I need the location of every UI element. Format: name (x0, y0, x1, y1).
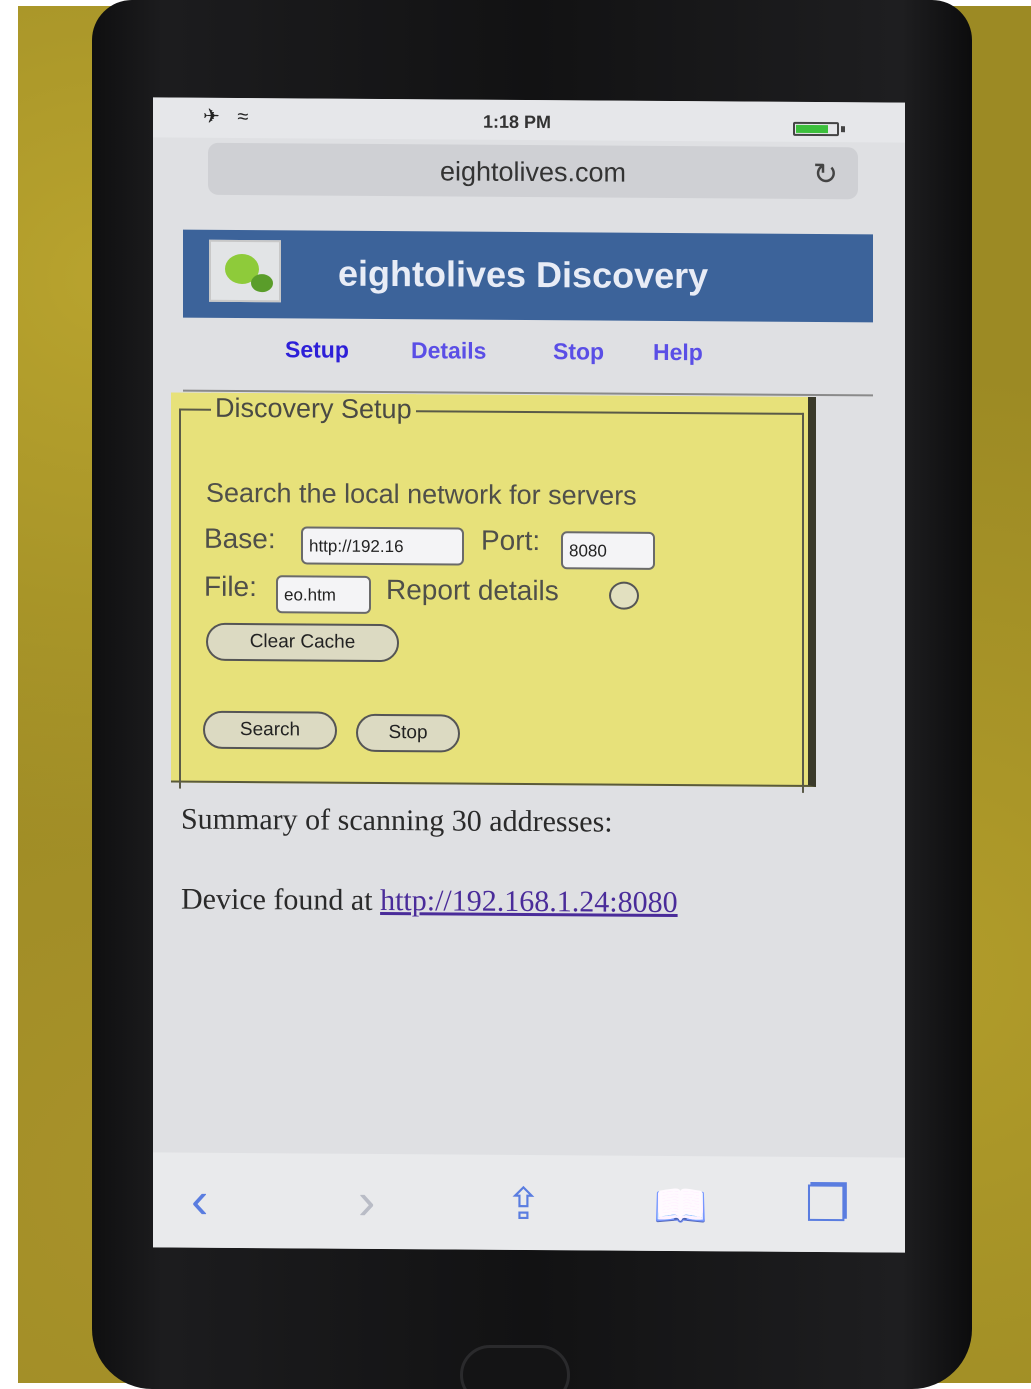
status-time: 1:18 PM (483, 111, 552, 133)
site-logo (209, 239, 281, 303)
site-title: eightolives Discovery (338, 252, 709, 297)
clear-cache-button[interactable]: Clear Cache (206, 622, 399, 663)
battery-level (796, 124, 828, 134)
browser-toolbar: ‹ › ⇪ 📖 ❐ (153, 1152, 905, 1253)
nav-help[interactable]: Help (653, 339, 703, 366)
battery-tip (841, 126, 845, 133)
back-icon[interactable]: ‹ (191, 1171, 208, 1231)
phone-screen: ✈ ≈ 1:18 PM eightolives.com ↻ eightolive… (153, 97, 905, 1253)
device-found: Device found at http://192.168.1.24:8080 (181, 883, 678, 920)
photo-border-left (0, 0, 18, 1389)
stop-button[interactable]: Stop (356, 713, 460, 753)
site-nav: Setup Details Stop Help (183, 326, 873, 397)
port-label: Port: (481, 524, 541, 557)
search-button[interactable]: Search (203, 710, 337, 750)
forward-icon[interactable]: › (358, 1172, 375, 1232)
share-icon[interactable]: ⇪ (505, 1179, 542, 1230)
nav-setup[interactable]: Setup (285, 336, 349, 363)
fieldset-legend: Discovery Setup (211, 392, 416, 426)
device-link[interactable]: http://192.168.1.24:8080 (380, 884, 678, 919)
report-details-checkbox[interactable] (609, 581, 639, 610)
site-header: eightolives Discovery (183, 229, 873, 323)
base-input[interactable]: http://192.16 (301, 526, 464, 566)
file-input[interactable]: eo.htm (276, 575, 371, 614)
status-bar: ✈ ≈ 1:18 PM (153, 97, 905, 143)
scan-summary: Summary of scanning 30 addresses: (181, 802, 613, 839)
nav-stop[interactable]: Stop (553, 338, 604, 365)
device-found-prefix: Device found at (181, 882, 381, 917)
url-text[interactable]: eightolives.com (208, 155, 858, 191)
file-label: File: (204, 570, 257, 603)
address-bar[interactable]: eightolives.com ↻ (208, 142, 858, 200)
tabs-icon[interactable]: ❐ (805, 1175, 850, 1233)
report-details-label: Report details (386, 574, 559, 607)
base-label: Base: (204, 522, 276, 555)
setup-description: Search the local network for servers (206, 477, 637, 511)
reload-icon[interactable]: ↻ (813, 157, 838, 192)
nav-details[interactable]: Details (411, 337, 486, 365)
battery-icon (793, 121, 839, 137)
bookmarks-icon[interactable]: 📖 (653, 1180, 708, 1232)
port-input[interactable]: 8080 (561, 531, 655, 570)
discovery-setup-panel: Discovery Setup Search the local network… (171, 392, 816, 793)
home-button[interactable] (460, 1345, 570, 1389)
airplane-wifi-icon: ✈ ≈ (203, 105, 255, 129)
logo-olive-small (251, 274, 273, 293)
